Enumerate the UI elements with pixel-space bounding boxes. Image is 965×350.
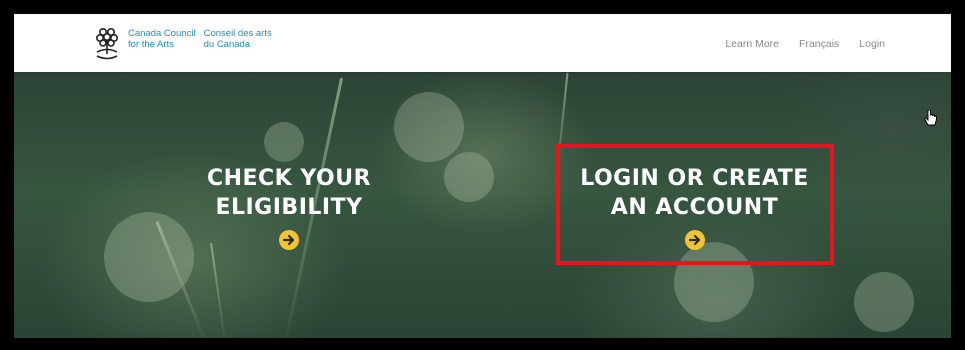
check-eligibility-line1: CHECK YOUR bbox=[206, 166, 372, 191]
logo-english-line1: Canada Council bbox=[128, 28, 196, 39]
browser-viewport: Canada Council for the Arts Conseil des … bbox=[14, 14, 951, 338]
top-nav: Learn More Français Login bbox=[725, 38, 885, 50]
logo-english-line2: for the Arts bbox=[128, 39, 174, 50]
hand-pointer-cursor-icon bbox=[924, 110, 937, 126]
logo-text-english: Canada Council for the Arts bbox=[128, 28, 196, 50]
site-header: Canada Council for the Arts Conseil des … bbox=[14, 14, 951, 72]
bokeh-decoration bbox=[854, 272, 914, 332]
check-eligibility-line2: ELIGIBILITY bbox=[215, 195, 363, 220]
check-eligibility-cta[interactable]: CHECK YOUR ELIGIBILITY bbox=[184, 164, 394, 258]
logo-french-line2: du Canada bbox=[203, 39, 251, 50]
bokeh-decoration bbox=[444, 152, 494, 202]
bokeh-decoration bbox=[104, 212, 194, 302]
arrow-right-circle-icon[interactable] bbox=[279, 230, 299, 250]
canada-council-logo[interactable]: Canada Council for the Arts Conseil des … bbox=[94, 27, 280, 60]
nav-learn-more-link[interactable]: Learn More bbox=[725, 38, 779, 50]
tree-logo-icon bbox=[95, 27, 118, 60]
bokeh-decoration bbox=[394, 92, 464, 162]
annotation-highlight-box bbox=[556, 144, 834, 265]
bokeh-decoration bbox=[264, 122, 304, 162]
logo-french-line1: Conseil des arts bbox=[203, 28, 272, 39]
logo-text-french: Conseil des arts du Canada bbox=[204, 28, 272, 50]
nav-francais-link[interactable]: Français bbox=[799, 38, 839, 50]
nav-login-link[interactable]: Login bbox=[859, 38, 885, 50]
